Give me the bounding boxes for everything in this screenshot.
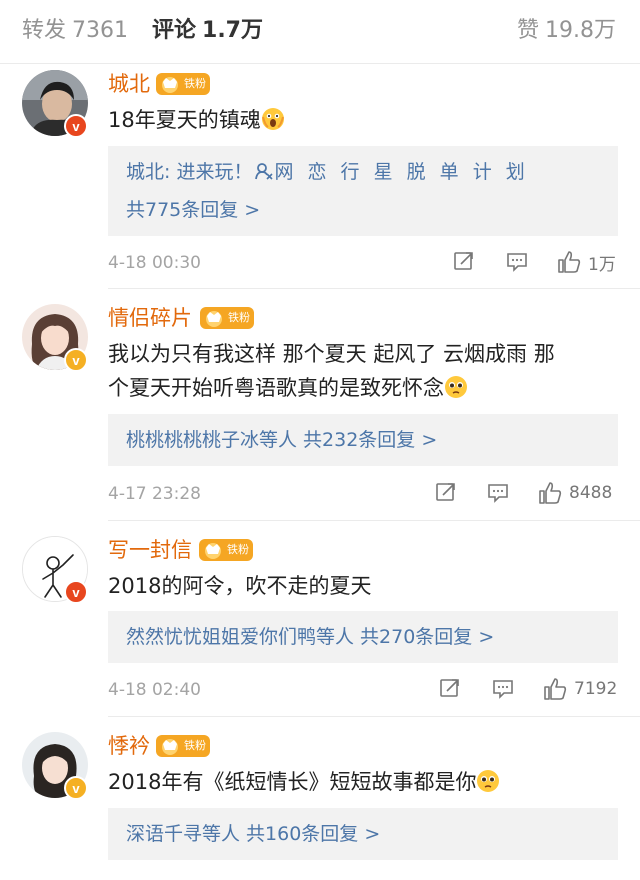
fan-badge: 铁粉 — [156, 735, 210, 757]
share-icon — [436, 483, 455, 501]
reply-count-link[interactable]: 共775条回复 > — [126, 196, 260, 224]
thumbs-up-icon — [544, 678, 567, 700]
like-count: 7192 — [574, 679, 618, 699]
divider — [108, 716, 640, 717]
comment-username[interactable]: 城北 — [108, 70, 150, 98]
reply-preview-line: 城北: 进来玩！ 网 恋 行 星 脱 单 计 划 — [126, 158, 529, 186]
pleading-face-emoji — [476, 769, 500, 793]
comment-icon — [507, 253, 527, 272]
tab-likes[interactable]: 赞 19.8万 — [517, 14, 616, 48]
comment-text-body: 2018年有《纸短情长》短短故事都是你 — [108, 770, 477, 794]
comment-username[interactable]: 写一封信 — [108, 536, 192, 564]
verified-badge: v — [64, 348, 88, 372]
comment-text: 我以为只有我这样 那个夏天 起风了 云烟成雨 那 个夏天开始听粤语歌真的是致死怀… — [108, 337, 608, 405]
reply-author[interactable]: 城北: — [126, 161, 170, 183]
crown-icon — [203, 308, 225, 328]
tab-comments[interactable]: 评论 1.7万 — [152, 14, 263, 48]
tab-reposts[interactable]: 转发 7361 — [22, 14, 128, 48]
reply-summary-link[interactable]: 然然忧忧姐姐爱你们鸭等人 共270条回复 > — [126, 623, 494, 651]
crown-icon — [159, 736, 181, 756]
comment-text: 2018的阿令，吹不走的夏天 — [108, 574, 372, 598]
crown-icon — [159, 74, 181, 94]
fan-badge-label: 铁粉 — [184, 739, 206, 752]
shocked-face-emoji — [261, 107, 285, 131]
share-icon — [454, 252, 473, 270]
comment-text: 18年夏天的镇魂 — [108, 103, 608, 137]
repost-button[interactable] — [438, 676, 462, 704]
like-button[interactable]: 7192 — [542, 675, 617, 703]
repost-button[interactable] — [434, 480, 458, 508]
verified-badge: v — [64, 114, 88, 138]
fan-badge: 铁粉 — [200, 307, 254, 329]
fan-badge-label: 铁粉 — [228, 311, 250, 324]
comment-text-body: 18年夏天的镇魂 — [108, 108, 261, 132]
comment-button[interactable] — [491, 676, 515, 704]
link-icon — [254, 161, 274, 181]
fan-badge: 铁粉 — [199, 539, 253, 561]
reply-preview-box[interactable]: 然然忧忧姐姐爱你们鸭等人 共270条回复 > — [108, 611, 618, 663]
verified-badge: v — [64, 776, 88, 800]
tab-reposts-count: 7361 — [72, 18, 129, 43]
divider — [108, 520, 640, 521]
thumbs-up-icon — [558, 251, 581, 273]
divider — [108, 288, 640, 289]
comment-username[interactable]: 情侣碎片 — [108, 304, 192, 332]
like-count: 1万 — [588, 254, 616, 275]
crown-icon — [202, 540, 224, 560]
reply-summary-link[interactable]: 深语千寻等人 共160条回复 > — [126, 820, 380, 848]
reply-preview-box[interactable]: 城北: 进来玩！ 网 恋 行 星 脱 单 计 划 共775条回复 > — [108, 146, 618, 236]
comment-icon — [488, 484, 508, 503]
comment-text-line: 我以为只有我这样 那个夏天 起风了 云烟成雨 那 — [108, 342, 555, 366]
repost-button[interactable] — [452, 249, 476, 277]
tab-likes-count: 19.8万 — [545, 18, 616, 43]
comment-username[interactable]: 悸衿 — [108, 732, 150, 760]
reply-link-text[interactable]: 网 恋 行 星 脱 单 计 划 — [274, 161, 528, 183]
thumbs-up-icon — [539, 482, 562, 504]
comment-button[interactable] — [505, 249, 529, 277]
fan-badge: 铁粉 — [156, 73, 210, 95]
share-icon — [440, 679, 459, 697]
like-button[interactable]: 1万 — [556, 248, 616, 276]
comment-timestamp: 4-18 00:30 — [108, 253, 201, 273]
comment-button[interactable] — [486, 480, 510, 508]
comment-text-body: 个夏天开始听粤语歌真的是致死怀念 — [108, 376, 444, 400]
fan-badge-label: 铁粉 — [227, 543, 249, 556]
reply-summary-link[interactable]: 桃桃桃桃桃子冰等人 共232条回复 > — [126, 426, 437, 454]
comment-timestamp: 4-18 02:40 — [108, 680, 201, 700]
comment-timestamp: 4-17 23:28 — [108, 484, 201, 504]
verified-badge: v — [64, 580, 88, 604]
comment-tab-bar: 转发 7361 评论 1.7万 赞 19.8万 — [0, 0, 640, 64]
comment-text-line: 个夏天开始听粤语歌真的是致死怀念 — [108, 371, 608, 405]
like-button[interactable]: 8488 — [537, 479, 612, 507]
reply-preview-box[interactable]: 桃桃桃桃桃子冰等人 共232条回复 > — [108, 414, 618, 466]
reply-text: 进来玩！ — [170, 161, 253, 183]
fan-badge-label: 铁粉 — [184, 77, 206, 90]
like-count: 8488 — [569, 483, 613, 503]
tab-comments-count: 1.7万 — [202, 18, 263, 43]
comment-text: 2018年有《纸短情长》短短故事都是你 — [108, 765, 608, 799]
pleading-face-emoji — [444, 375, 468, 399]
tab-likes-label: 赞 — [516, 18, 539, 43]
comment-icon — [493, 680, 513, 699]
tab-reposts-label: 转发 — [22, 18, 67, 43]
tab-comments-label: 评论 — [152, 18, 197, 43]
reply-preview-box[interactable]: 深语千寻等人 共160条回复 > — [108, 808, 618, 860]
